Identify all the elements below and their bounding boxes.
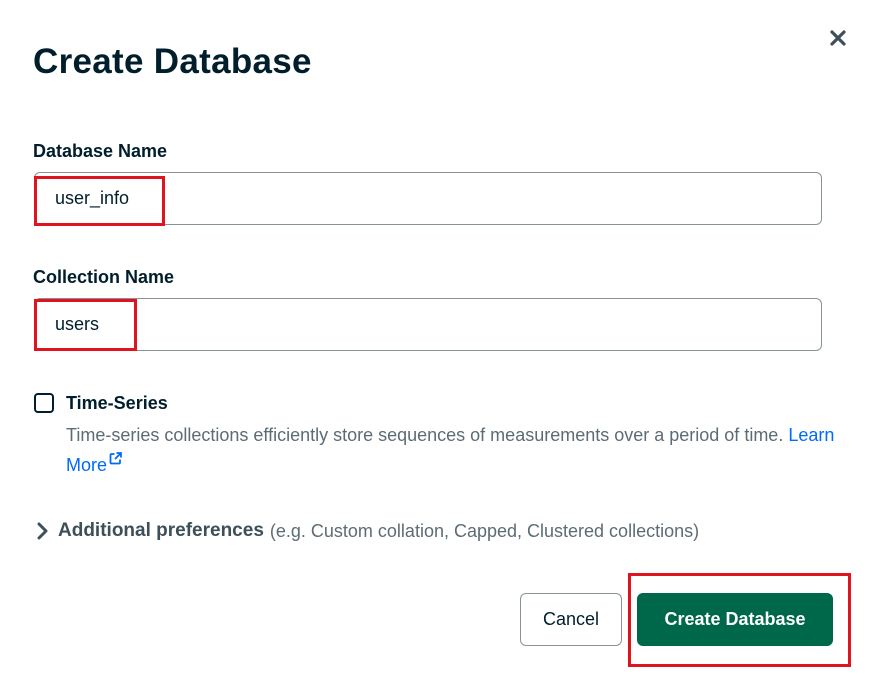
chevron-right-icon xyxy=(37,522,48,540)
time-series-label: Time-Series xyxy=(66,393,168,413)
database-name-label: Database Name xyxy=(33,141,168,161)
collection-name-label: Collection Name xyxy=(33,267,175,287)
collection-name-input[interactable] xyxy=(34,298,822,351)
time-series-description: Time-series collections efficiently stor… xyxy=(66,420,836,480)
additional-preferences-hint: (e.g. Custom collation, Capped, Clustere… xyxy=(269,521,700,541)
database-name-input[interactable] xyxy=(34,172,822,225)
time-series-description-text: Time-series collections efficiently stor… xyxy=(66,425,784,445)
cancel-button[interactable]: Cancel xyxy=(520,593,622,646)
external-link-icon xyxy=(109,452,122,465)
additional-preferences-title: Additional preferences xyxy=(58,520,264,541)
close-icon xyxy=(830,30,846,46)
additional-preferences-toggle[interactable]: Additional preferences (e.g. Custom coll… xyxy=(36,518,699,544)
create-database-button[interactable]: Create Database xyxy=(637,593,833,646)
time-series-checkbox[interactable] xyxy=(34,393,54,413)
modal-title: Create Database xyxy=(33,42,312,81)
close-button[interactable] xyxy=(824,24,852,52)
create-database-modal: Create Database Database Name Collection… xyxy=(0,0,871,682)
